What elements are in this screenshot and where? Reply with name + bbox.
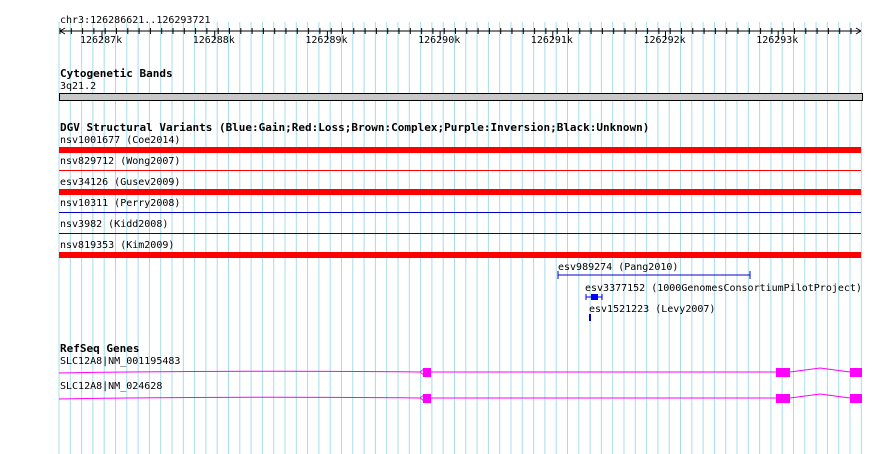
intron-line bbox=[58, 370, 421, 374]
exon[interactable] bbox=[776, 394, 790, 403]
intron-line bbox=[789, 367, 851, 373]
exon[interactable] bbox=[850, 394, 862, 403]
refseq-gene-models[interactable] bbox=[0, 0, 890, 454]
genome-browser-view: chr3:126286621..126293721 126287k 126288k… bbox=[0, 0, 890, 454]
exon[interactable] bbox=[776, 368, 790, 377]
exon[interactable] bbox=[850, 368, 862, 377]
intron-line bbox=[58, 396, 421, 400]
intron-line bbox=[789, 393, 851, 399]
exon[interactable] bbox=[423, 368, 431, 377]
exon[interactable] bbox=[423, 394, 431, 403]
